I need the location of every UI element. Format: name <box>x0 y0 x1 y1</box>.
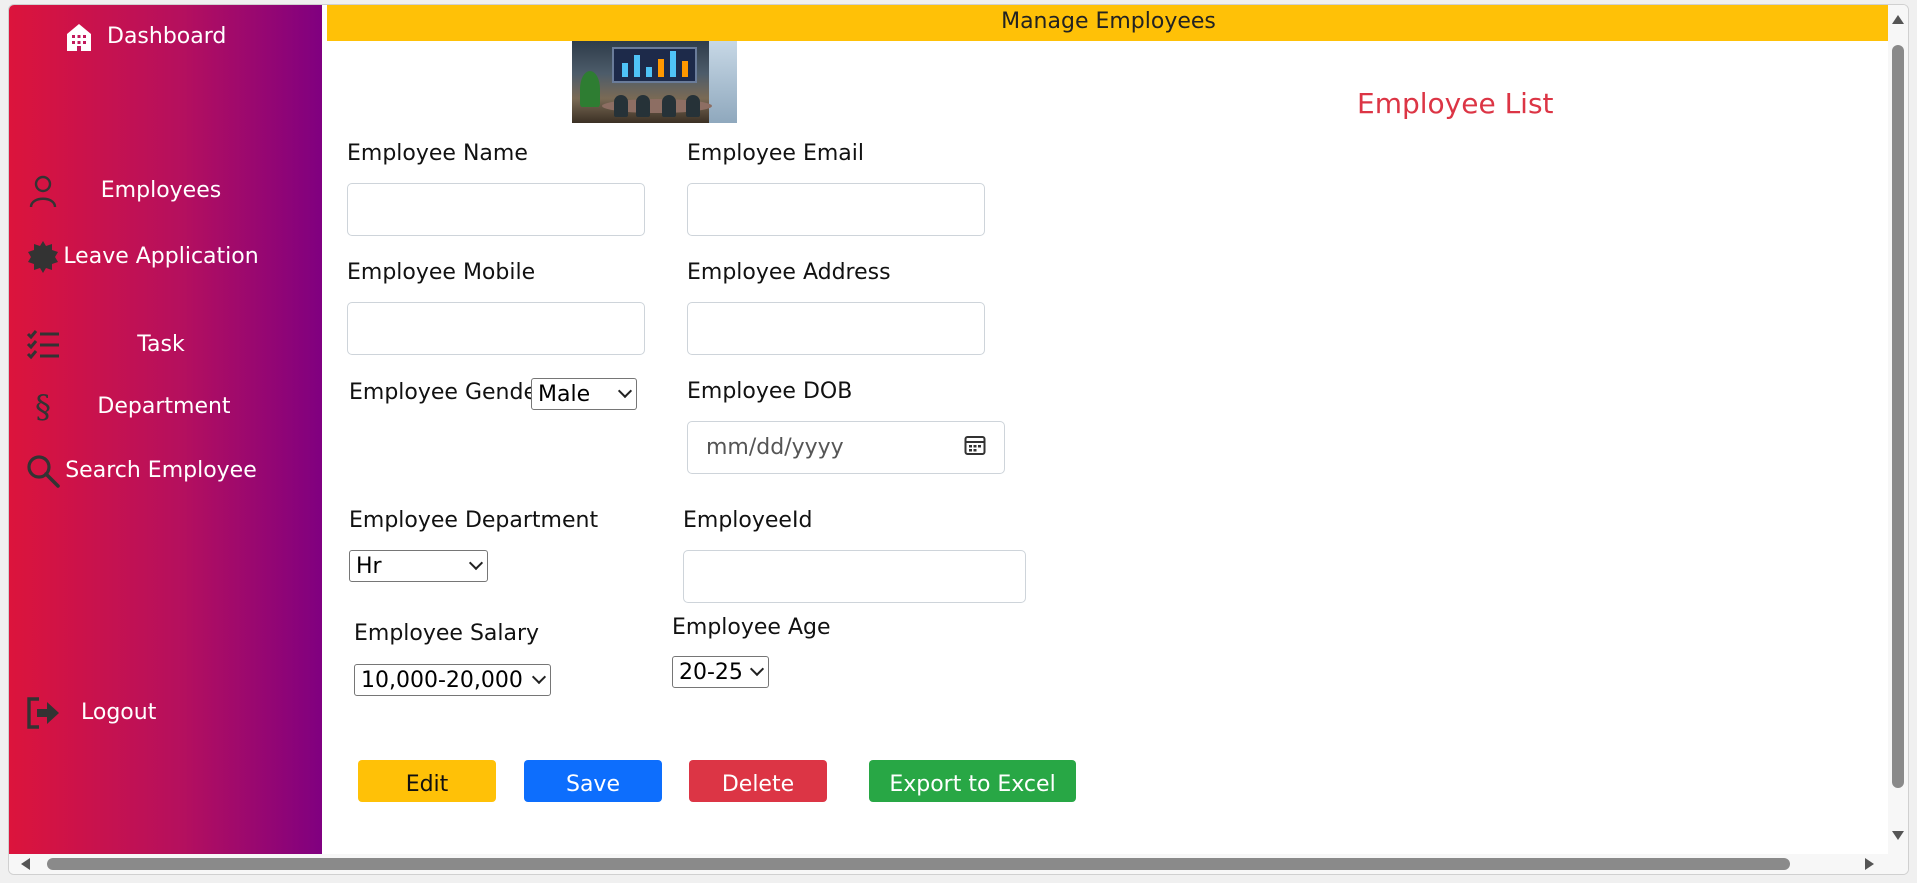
employee-salary-select[interactable]: 10,000-20,000 <box>354 664 551 696</box>
employee-dob-label: Employee DOB <box>687 379 853 404</box>
section-icon: § <box>35 388 51 426</box>
employee-age-label: Employee Age <box>672 615 831 640</box>
employee-address-label: Employee Address <box>687 260 891 285</box>
employee-email-label: Employee Email <box>687 141 864 166</box>
employee-list-title: Employee List <box>1357 87 1554 120</box>
logout-icon <box>25 695 61 731</box>
sidebar-item-label: Task <box>137 332 185 357</box>
person-icon <box>25 173 61 209</box>
dob-placeholder: mm/dd/yyyy <box>706 435 844 460</box>
app-window: Dashboard Employees Leave Application Ta… <box>8 4 1909 875</box>
employee-gender-select[interactable]: Male <box>531 378 637 410</box>
sidebar-item-task[interactable]: Task <box>25 327 261 363</box>
badge-icon <box>25 239 61 275</box>
employee-dob-input[interactable]: mm/dd/yyyy <box>687 421 1005 474</box>
employee-mobile-input[interactable] <box>347 302 645 355</box>
edit-button[interactable]: Edit <box>358 760 496 802</box>
scroll-down-icon[interactable] <box>1892 831 1904 840</box>
page-header: Manage Employees <box>327 5 1890 41</box>
employee-id-label: EmployeeId <box>683 508 813 533</box>
sidebar-item-leave-application[interactable]: Leave Application <box>25 239 261 275</box>
employee-department-value: Hr <box>356 553 382 579</box>
sidebar-item-label: Dashboard <box>107 24 227 49</box>
calendar-icon[interactable] <box>964 434 986 462</box>
search-icon <box>25 453 61 489</box>
checklist-icon <box>25 327 61 363</box>
sidebar-item-label: Employees <box>100 178 222 203</box>
sidebar-item-search-employee[interactable]: Search Employee <box>25 453 261 489</box>
building-icon <box>61 19 97 55</box>
employee-mobile-label: Employee Mobile <box>347 260 536 285</box>
employee-name-input[interactable] <box>347 183 645 236</box>
main-content: Manage Employees Employee List Employee … <box>327 5 1890 856</box>
delete-button[interactable]: Delete <box>689 760 827 802</box>
chevron-down-icon <box>468 555 484 571</box>
scroll-up-icon[interactable] <box>1892 15 1904 24</box>
sidebar-item-label: Logout <box>81 700 157 725</box>
vertical-scrollbar[interactable] <box>1888 5 1908 856</box>
employee-name-label: Employee Name <box>347 141 528 166</box>
chevron-down-icon <box>617 383 633 399</box>
horizontal-scrollbar[interactable] <box>9 854 1908 874</box>
vertical-scroll-thumb[interactable] <box>1892 45 1904 788</box>
employee-age-value: 20-25 <box>679 659 743 685</box>
sidebar-item-department[interactable]: § Department <box>25 388 267 426</box>
employee-address-input[interactable] <box>687 302 985 355</box>
sidebar-item-label: Search Employee <box>65 458 257 483</box>
sidebar-item-label: Leave Application <box>63 244 259 269</box>
employee-id-input[interactable] <box>683 550 1026 603</box>
scroll-right-icon[interactable] <box>1865 858 1874 870</box>
horizontal-scroll-thumb[interactable] <box>47 858 1790 870</box>
chevron-down-icon <box>531 669 547 685</box>
employee-salary-value: 10,000-20,000 <box>361 667 523 693</box>
employee-age-select[interactable]: 20-25 <box>672 656 769 688</box>
save-button[interactable]: Save <box>524 760 662 802</box>
sidebar-item-logout[interactable]: Logout <box>25 695 156 731</box>
sidebar-item-employees[interactable]: Employees <box>25 173 261 209</box>
employee-gender-label: Employee Gender <box>349 380 547 405</box>
employee-gender-value: Male <box>538 381 591 407</box>
sidebar-item-dashboard[interactable]: Dashboard <box>61 19 226 55</box>
chevron-down-icon <box>749 661 765 677</box>
export-to-excel-button[interactable]: Export to Excel <box>869 760 1076 802</box>
sidebar-item-label: Department <box>97 394 231 419</box>
employee-department-label: Employee Department <box>349 508 599 533</box>
sidebar: Dashboard Employees Leave Application Ta… <box>9 5 322 856</box>
employee-department-select[interactable]: Hr <box>349 550 488 582</box>
scroll-left-icon[interactable] <box>21 858 30 870</box>
employee-email-input[interactable] <box>687 183 985 236</box>
meeting-image <box>572 41 737 123</box>
employee-salary-label: Employee Salary <box>354 621 540 646</box>
